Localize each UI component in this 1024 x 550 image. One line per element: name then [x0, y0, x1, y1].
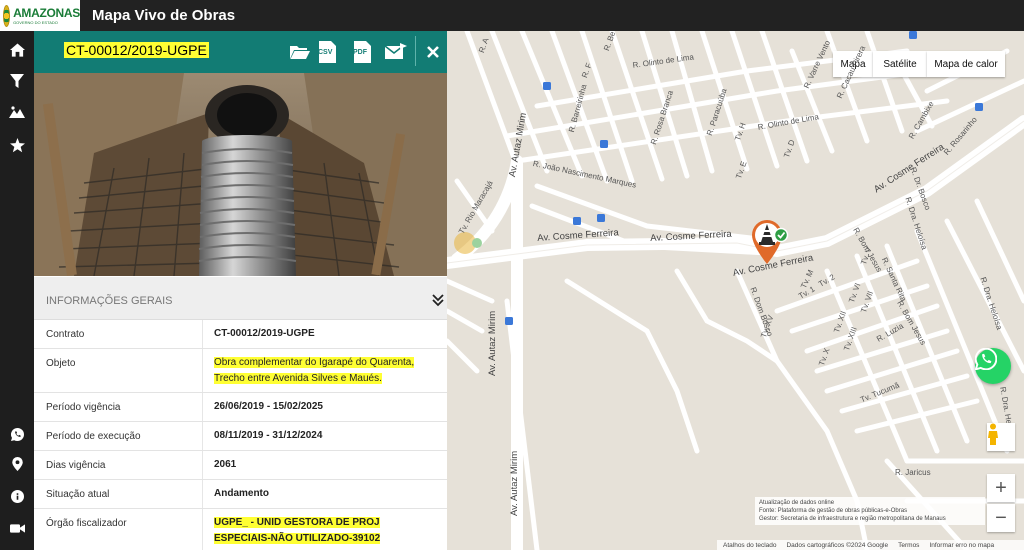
- row-label: Período vigência: [46, 402, 121, 413]
- panel-header: CT-00012/2019-UGPE CSV PDF: [34, 31, 447, 73]
- logo-text: AMAZONAS GOVERNO DO ESTADO: [13, 5, 80, 25]
- map-view[interactable]: Mapa Satélite Mapa de calor Av. Cosme Fe…: [447, 31, 1024, 550]
- table-row-status: Situação atual Andamento: [34, 480, 447, 509]
- zoom-out-button[interactable]: −: [987, 504, 1015, 532]
- column-divider: [202, 509, 203, 550]
- table-row-object: Objeto Obra complementar do Igarapé do Q…: [34, 349, 447, 393]
- row-label: Objeto: [46, 358, 76, 369]
- table-row-contract: Contrato CT-00012/2019-UGPE: [34, 320, 447, 349]
- map-type-heatmap-button[interactable]: Mapa de calor: [927, 51, 1005, 77]
- row-label: Período de execução: [46, 431, 141, 442]
- row-value: UGPE_ - UNID GESTORA DE PROJ ESPECIAIS-N…: [214, 515, 381, 547]
- map-data-credit: Dados cartográficos ©2024 Google: [786, 541, 889, 549]
- street-label: Av. Autaz Mirim: [487, 310, 498, 376]
- info-icon[interactable]: [0, 482, 34, 510]
- table-row-validity-days: Dias vigência 2061: [34, 451, 447, 480]
- pdf-label: PDF: [353, 49, 368, 56]
- folder-open-icon[interactable]: [289, 41, 311, 63]
- object-line-2: Trecho entre Avenida Silves e Maués.: [214, 373, 382, 384]
- map-footer: Atalhos do teclado Dados cartográficos ©…: [717, 540, 1024, 550]
- row-value: Andamento: [214, 488, 269, 499]
- attribution-line-1: Atualização de dados online: [759, 500, 835, 506]
- whatsapp-icon[interactable]: [0, 420, 34, 448]
- logo-name: AMAZONAS: [13, 5, 80, 20]
- column-divider: [202, 422, 203, 450]
- keyboard-shortcuts-link[interactable]: Atalhos do teclado: [723, 542, 776, 549]
- contract-info-panel: CT-00012/2019-UGPE CSV PDF INFORMAÇÕES G…: [34, 31, 447, 550]
- construction-photo: [34, 73, 447, 276]
- street-label: Av. Autaz Mirim: [509, 450, 520, 516]
- app-title: Mapa Vivo de Obras: [92, 7, 236, 24]
- row-value: 2061: [214, 459, 237, 470]
- top-bar: AMAZONAS GOVERNO DO ESTADO Mapa Vivo de …: [0, 0, 1024, 31]
- close-icon[interactable]: [422, 41, 444, 63]
- csv-file-icon[interactable]: CSV: [316, 41, 338, 63]
- data-source-info: Atualização de dados online Fonte: Plata…: [755, 497, 985, 525]
- map-type-satellite-button[interactable]: Satélite: [873, 51, 927, 77]
- street-label: R. Jaricus: [895, 468, 931, 477]
- star-icon[interactable]: [0, 131, 34, 159]
- email-icon[interactable]: [385, 41, 407, 63]
- general-info-section-header[interactable]: INFORMAÇÕES GERAIS: [34, 277, 447, 320]
- table-row-validity-period: Período vigência 26/06/2019 - 15/02/2025: [34, 393, 447, 422]
- video-camera-icon[interactable]: [0, 514, 34, 542]
- street-view-pegman-button[interactable]: [987, 423, 1015, 451]
- whatsapp-icon: [975, 348, 997, 370]
- column-divider: [202, 393, 203, 421]
- section-title: INFORMAÇÕES GERAIS: [46, 295, 173, 307]
- row-value: Obra complementar do Igarapé do Quarenta…: [214, 355, 415, 387]
- column-divider: [202, 320, 203, 348]
- column-divider: [202, 451, 203, 479]
- left-nav: [0, 31, 34, 550]
- report-error-link[interactable]: Informar erro no mapa: [929, 542, 994, 549]
- home-icon[interactable]: [0, 36, 34, 64]
- column-divider: [202, 480, 203, 508]
- header-separator: [415, 36, 416, 66]
- row-label: Órgão fiscalizador: [46, 518, 127, 529]
- row-label: Dias vigência: [46, 460, 106, 471]
- row-value: CT-00012/2019-UGPE: [214, 328, 315, 339]
- pdf-file-icon[interactable]: PDF: [351, 41, 373, 63]
- pegman-icon: [988, 423, 998, 445]
- landscape-icon[interactable]: [0, 98, 34, 126]
- csv-label: CSV: [318, 49, 333, 56]
- location-pin-icon[interactable]: [0, 450, 34, 478]
- filter-icon[interactable]: [0, 67, 34, 95]
- supervising-line-2: ESPECIAIS-NÃO UTILIZADO-39102: [214, 533, 381, 544]
- construction-marker-icon[interactable]: [751, 219, 791, 265]
- object-line-1: Obra complementar do Igarapé do Quarenta…: [214, 357, 415, 368]
- terms-link[interactable]: Termos: [898, 542, 919, 549]
- row-label: Contrato: [46, 329, 85, 340]
- row-value: 08/11/2019 - 31/12/2024: [214, 430, 323, 441]
- supervising-line-1: UGPE_ - UNID GESTORA DE PROJ: [214, 517, 380, 528]
- zoom-in-button[interactable]: +: [987, 474, 1015, 502]
- table-row-execution-period: Período de execução 08/11/2019 - 31/12/2…: [34, 422, 447, 451]
- map-canvas: [447, 31, 1024, 550]
- table-row-supervising-body: Órgão fiscalizador UGPE_ - UNID GESTORA …: [34, 509, 447, 550]
- whatsapp-chat-button[interactable]: [975, 348, 1011, 384]
- attribution-line-2: Fonte: Plataforma de gestão de obras púb…: [759, 508, 908, 514]
- contract-code-title: CT-00012/2019-UGPE: [64, 42, 209, 58]
- column-divider: [202, 349, 203, 392]
- row-value: 26/06/2019 - 15/02/2025: [214, 401, 323, 412]
- state-seal-icon: [3, 4, 11, 27]
- logo-subtitle: GOVERNO DO ESTADO: [13, 19, 58, 25]
- attribution-line-3: Gestor: Secretaria de infraestrutura e r…: [759, 516, 946, 522]
- row-label: Situação atual: [46, 489, 110, 500]
- double-chevron-down-icon[interactable]: [431, 293, 445, 307]
- amazonas-logo[interactable]: AMAZONAS GOVERNO DO ESTADO: [0, 0, 80, 31]
